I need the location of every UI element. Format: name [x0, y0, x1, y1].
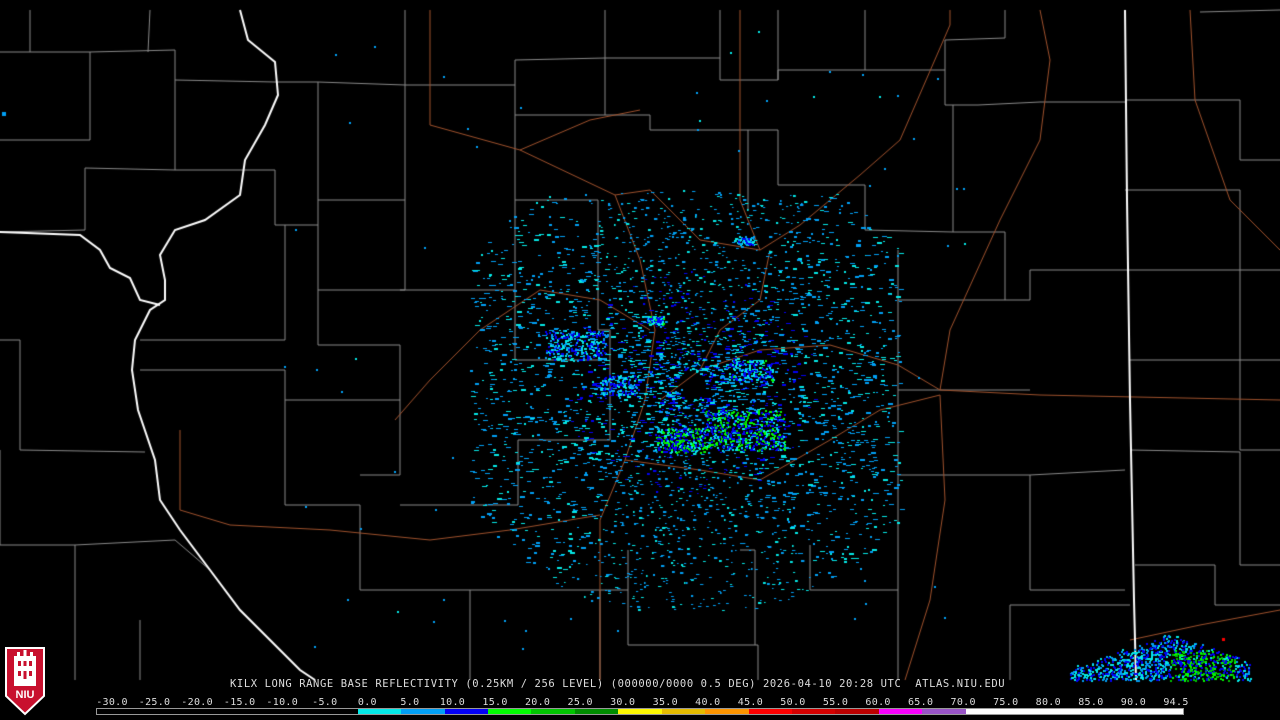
radar-map — [0, 0, 1280, 720]
scale-label: 20.0 — [524, 697, 551, 708]
scale-label: 25.0 — [567, 697, 593, 708]
colorscale-segment — [705, 709, 749, 714]
colorscale-segment — [140, 709, 184, 714]
scale-label: 70.0 — [950, 697, 976, 708]
colorscale-segment — [1139, 709, 1183, 714]
scale-label: 50.0 — [780, 697, 806, 708]
scale-label: 15.0 — [482, 697, 508, 708]
scale-label: 45.0 — [737, 697, 764, 708]
colorscale-segment — [922, 709, 966, 714]
colorscale-bar — [96, 708, 1184, 715]
colorscale-segment — [487, 709, 532, 714]
colorscale-segment — [97, 709, 141, 714]
scale-label: 94.5 — [1163, 697, 1189, 708]
colorscale-segment — [227, 709, 271, 714]
scale-label: 90.0 — [1120, 697, 1147, 708]
colorscale-segment — [270, 709, 315, 714]
colorscale-segment — [661, 709, 706, 714]
colorscale-segment — [401, 709, 445, 714]
colorscale-segment — [878, 709, 923, 714]
scale-label: 85.0 — [1078, 697, 1104, 708]
scale-label: 55.0 — [822, 697, 849, 708]
scale-label: 0.0 — [357, 697, 377, 708]
scale-label: -5.0 — [312, 697, 338, 708]
colorscale-segment — [792, 709, 836, 714]
scale-label: 75.0 — [993, 697, 1019, 708]
colorscale-segment — [835, 709, 879, 714]
colorscale-segment — [618, 709, 662, 714]
scale-label: 30.0 — [610, 697, 636, 708]
colorscale-segment — [183, 709, 228, 714]
colorscale-segment — [748, 709, 792, 714]
colorscale-segment — [314, 709, 358, 714]
scale-label: -30.0 — [96, 697, 128, 708]
colorscale-segment — [1052, 709, 1097, 714]
colorscale-segment — [357, 709, 402, 714]
scale-label: -20.0 — [181, 697, 213, 708]
scale-label: -25.0 — [138, 697, 171, 708]
scale-label: 5.0 — [400, 697, 420, 708]
scale-label: 65.0 — [907, 697, 934, 708]
scale-label: -15.0 — [223, 697, 256, 708]
colorscale-segment — [531, 709, 575, 714]
colorscale-segment — [1096, 709, 1140, 714]
scale-label: 35.0 — [652, 697, 678, 708]
colorscale-segment — [965, 709, 1010, 714]
scale-label: 10.0 — [439, 697, 466, 708]
scale-label: -10.0 — [266, 697, 299, 708]
scale-label: 60.0 — [865, 697, 891, 708]
scale-label: 40.0 — [695, 697, 721, 708]
colorscale-segment — [444, 709, 488, 714]
colorscale-segment — [574, 709, 619, 714]
product-title: KILX LONG RANGE BASE REFLECTIVITY (0.25K… — [230, 678, 1006, 690]
colorscale-segment — [1009, 709, 1053, 714]
scale-label: 80.0 — [1035, 697, 1061, 708]
